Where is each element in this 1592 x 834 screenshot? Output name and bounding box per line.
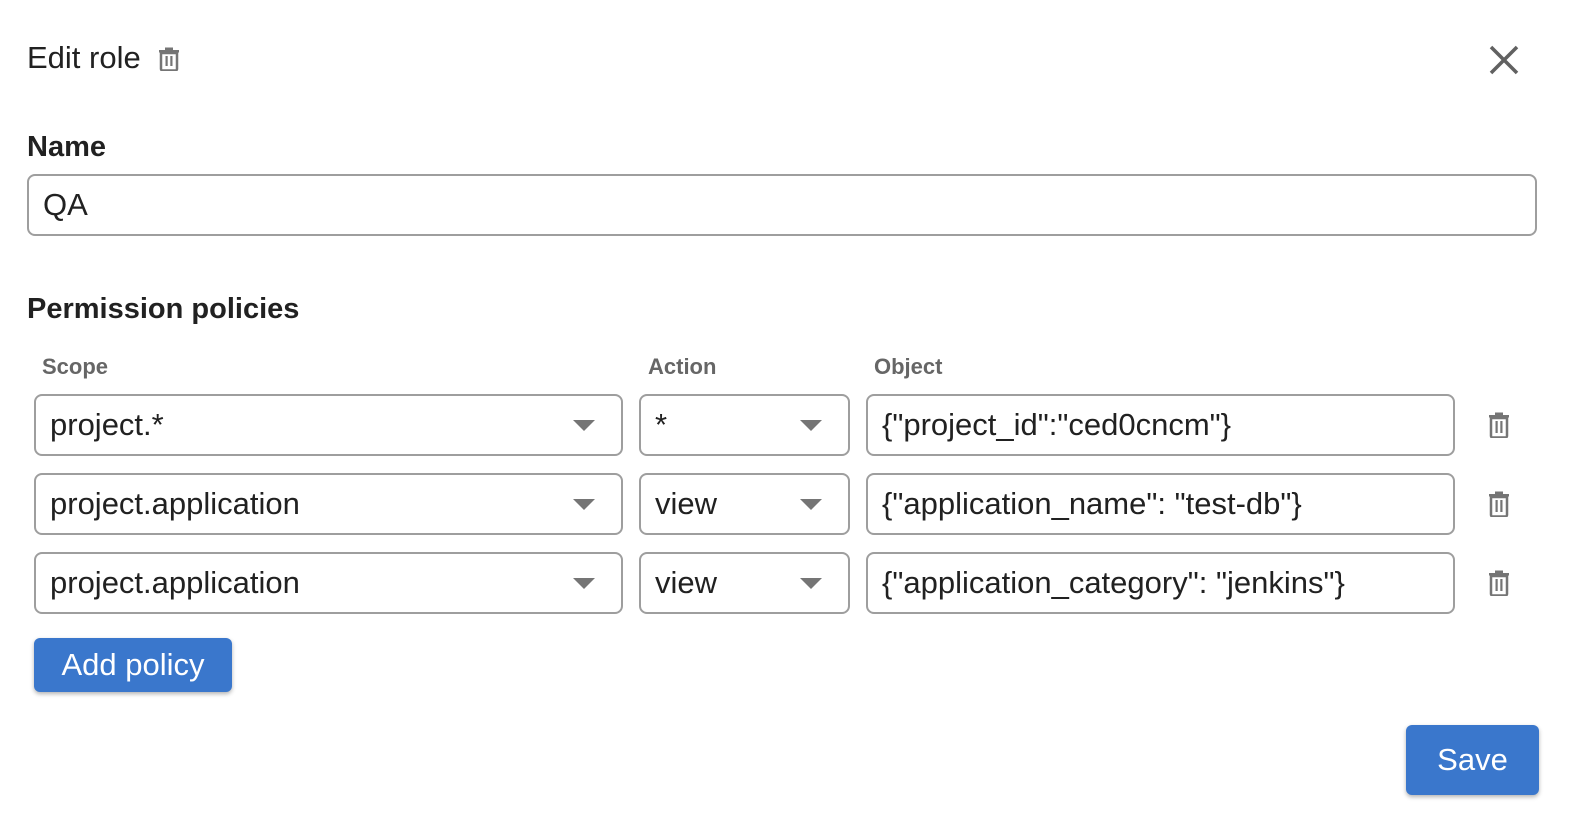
scope-select[interactable]: project.*: [34, 394, 623, 456]
delete-policy-icon[interactable]: [1488, 412, 1510, 438]
save-button[interactable]: Save: [1406, 725, 1539, 795]
delete-role-icon[interactable]: [158, 47, 180, 71]
policy-row: project.* * {"project_id":"ced0cncm"}: [0, 394, 1592, 456]
object-input[interactable]: {"project_id":"ced0cncm"}: [866, 394, 1455, 456]
action-select[interactable]: view: [639, 552, 850, 614]
close-icon[interactable]: [1486, 42, 1522, 78]
object-input[interactable]: {"application_name": "test-db"}: [866, 473, 1455, 535]
chevron-down-icon: [800, 419, 822, 431]
chevron-down-icon: [800, 498, 822, 510]
object-column-header: Object: [874, 354, 943, 379]
dialog-title: Edit role: [27, 40, 141, 75]
scope-select[interactable]: project.application: [34, 552, 623, 614]
action-select[interactable]: view: [639, 473, 850, 535]
name-input[interactable]: [27, 174, 1537, 236]
delete-policy-icon[interactable]: [1488, 570, 1510, 596]
action-value: view: [655, 486, 718, 521]
add-policy-button[interactable]: Add policy: [34, 638, 232, 692]
action-column-header: Action: [648, 354, 717, 379]
chevron-down-icon: [573, 498, 595, 510]
scope-column-header: Scope: [42, 354, 109, 379]
action-value: view: [655, 565, 718, 600]
object-input[interactable]: {"application_category": "jenkins"}: [866, 552, 1455, 614]
chevron-down-icon: [573, 419, 595, 431]
name-label: Name: [27, 131, 106, 163]
delete-policy-icon[interactable]: [1488, 491, 1510, 517]
action-value: *: [655, 407, 668, 442]
scope-value: project.*: [50, 407, 164, 442]
scope-value: project.application: [50, 486, 300, 521]
scope-select[interactable]: project.application: [34, 473, 623, 535]
chevron-down-icon: [573, 577, 595, 589]
scope-value: project.application: [50, 565, 300, 600]
action-select[interactable]: *: [639, 394, 850, 456]
policy-row: project.application view {"application_n…: [0, 473, 1592, 535]
chevron-down-icon: [800, 577, 822, 589]
permission-policies-label: Permission policies: [27, 293, 300, 325]
policy-row: project.application view {"application_c…: [0, 552, 1592, 614]
